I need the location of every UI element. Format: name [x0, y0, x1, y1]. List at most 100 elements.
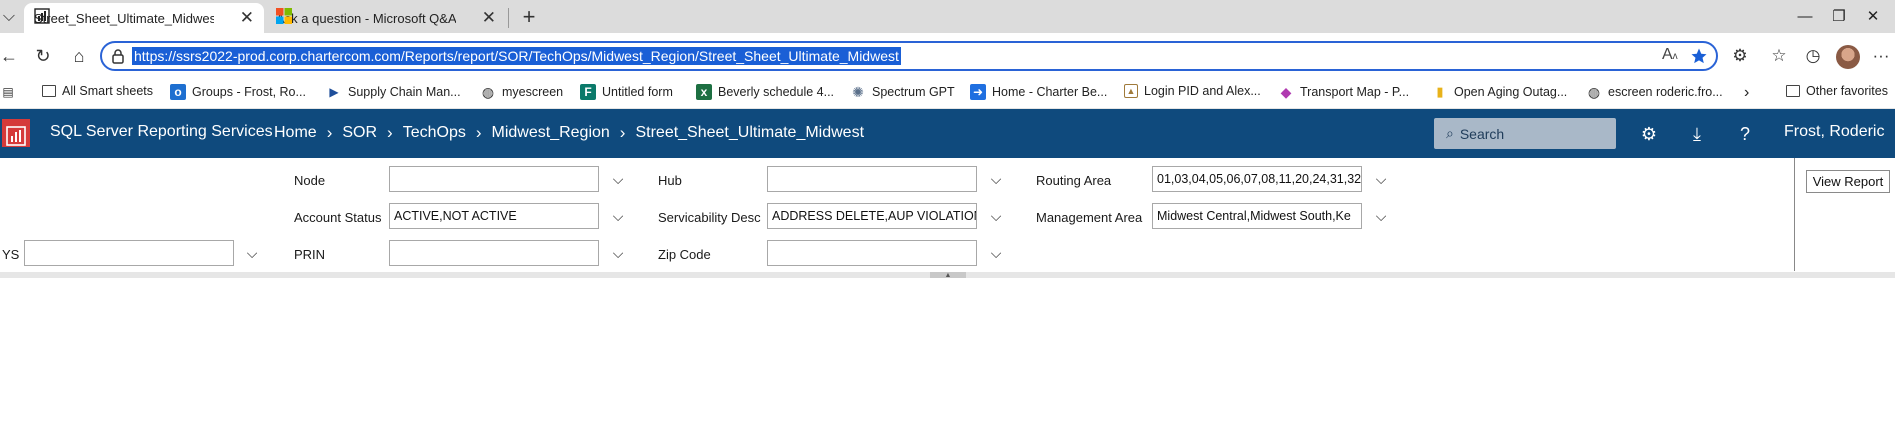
outlook-icon: o [170, 84, 186, 100]
search-input[interactable]: ⌕ Search [1434, 118, 1616, 149]
excel-icon: x [696, 84, 712, 100]
other-favorites-folder[interactable]: Other favorites [1786, 84, 1888, 98]
favorite-home-charter[interactable]: ➜ Home - Charter Be... [970, 84, 1107, 100]
tab-divider [508, 8, 509, 28]
parameter-pane-splitter[interactable]: ▲ [0, 272, 1895, 279]
hub-dropdown-chevron-icon[interactable]: ⌵ [988, 171, 1004, 187]
url-text[interactable]: https://ssrs2022-prod.corp.chartercom.co… [132, 47, 901, 65]
zip-code-field[interactable] [767, 240, 977, 266]
parameter-divider [1794, 158, 1795, 271]
node-field[interactable] [389, 166, 599, 192]
new-tab-button[interactable]: + [516, 4, 542, 29]
arrow-icon: ➜ [970, 84, 986, 100]
read-aloud-icon[interactable]: Aʌ [1662, 46, 1678, 64]
routing-area-dropdown-chevron-icon[interactable]: ⌵ [1373, 171, 1389, 187]
download-icon[interactable]: ⤓ [1684, 121, 1710, 147]
breadcrumb-chevron-icon: › [619, 123, 626, 142]
browser-tab-strip: ⌵ Street_Sheet_Ultimate_Midwest - S ✕ As… [0, 0, 1895, 33]
management-area-label: Management Area [1036, 210, 1143, 225]
breadcrumb-midwest-region[interactable]: Midwest_Region [492, 124, 610, 142]
breadcrumb-chevron-icon: › [387, 123, 393, 142]
favorite-untitled-form[interactable]: F Untitled form [580, 84, 673, 100]
account-status-field[interactable]: ACTIVE,NOT ACTIVE [389, 203, 599, 229]
play-icon: ▶ [329, 85, 339, 99]
breadcrumb-sor[interactable]: SOR [342, 124, 377, 142]
account-status-dropdown-chevron-icon[interactable]: ⌵ [610, 208, 626, 224]
favorite-label: escreen roderic.fro... [1608, 85, 1723, 99]
zip-code-dropdown-chevron-icon[interactable]: ⌵ [988, 245, 1004, 261]
favorite-groups[interactable]: o Groups - Frost, Ro... [170, 84, 306, 100]
favorites-icon[interactable]: ☆ [1766, 43, 1792, 69]
ys-dropdown-chevron-icon[interactable]: ⌵ [244, 245, 260, 261]
close-window-button[interactable]: ✕ [1853, 2, 1893, 30]
favorite-label: myescreen [502, 85, 564, 99]
tab-close-icon[interactable]: ✕ [482, 8, 496, 28]
tab-actions-menu-icon[interactable]: ⌵ [0, 4, 18, 30]
history-icon[interactable]: ◷ [1800, 43, 1826, 69]
serviceability-desc-label: Servicability Desc [658, 210, 761, 225]
favorite-spectrum-gpt[interactable]: ✺ Spectrum GPT [850, 84, 955, 100]
address-bar[interactable]: https://ssrs2022-prod.corp.chartercom.co… [100, 41, 1718, 71]
favorite-label: Home - Charter Be... [992, 85, 1108, 99]
favorite-star-icon[interactable] [1690, 47, 1708, 65]
breadcrumb-current-report: Street_Sheet_Ultimate_Midwest [635, 124, 865, 141]
favorite-label: Spectrum GPT [872, 85, 955, 99]
favorite-login-pid[interactable]: ▲ Login PID and Alex... [1124, 84, 1261, 98]
breadcrumb-chevron-icon: › [326, 123, 333, 142]
app-title[interactable]: SQL Server Reporting Services [50, 123, 273, 141]
more-options-icon[interactable]: ··· [1868, 43, 1894, 69]
favorites-bar: ▤ All Smart sheets o Groups - Frost, Ro..… [0, 79, 1895, 109]
folder-icon [1786, 85, 1800, 97]
favorite-beverly-schedule[interactable]: x Beverly schedule 4... [696, 84, 834, 100]
ys-label: YS [2, 247, 20, 262]
search-icon: ⌕ [1446, 125, 1454, 141]
home-icon[interactable]: ⌂ [66, 43, 92, 69]
ssrs-logo-icon[interactable] [2, 119, 30, 147]
breadcrumb-home[interactable]: Home [274, 124, 317, 142]
prin-field[interactable] [389, 240, 599, 266]
management-area-field[interactable]: Midwest Central,Midwest South,Ke [1152, 203, 1362, 229]
breadcrumb-techops[interactable]: TechOps [403, 124, 466, 142]
favorites-overflow-chevron-icon[interactable]: › [1744, 84, 1749, 102]
tab-close-icon[interactable]: ✕ [240, 8, 254, 28]
tab-street-sheet[interactable]: Street_Sheet_Ultimate_Midwest - S ✕ [24, 3, 264, 33]
favorite-supply-chain[interactable]: ▶ Supply Chain Man... [326, 84, 461, 100]
user-name[interactable]: Frost, Roderic [1784, 123, 1884, 141]
hub-label: Hub [658, 173, 682, 188]
prin-dropdown-chevron-icon[interactable]: ⌵ [610, 245, 626, 261]
favorite-escreen[interactable]: ◍ escreen roderic.fro... [1586, 84, 1723, 100]
report-chart-icon [34, 8, 50, 24]
serviceability-desc-field[interactable]: ADDRESS DELETE,AUP VIOLATION [767, 203, 977, 229]
ssrs-header: SQL Server Reporting Services Home › SOR… [0, 109, 1895, 158]
tab-ask-a-question[interactable]: Ask a question - Microsoft Q&A ✕ [266, 3, 506, 33]
favorites-apps-icon[interactable]: ▤ [0, 84, 22, 100]
favorite-myescreen[interactable]: ◍ myescreen [480, 84, 563, 100]
help-icon[interactable]: ? [1732, 121, 1758, 147]
back-arrow-icon[interactable]: ← [0, 43, 22, 69]
favorite-label: Login PID and Alex... [1144, 84, 1261, 98]
routing-area-field[interactable]: 01,03,04,05,06,07,08,11,20,24,31,32 [1152, 166, 1362, 192]
extensions-icon[interactable]: ⚙ [1727, 43, 1753, 69]
settings-gear-icon[interactable]: ⚙ [1636, 121, 1662, 147]
forms-icon: F [580, 84, 596, 100]
view-report-button[interactable]: View Report [1806, 170, 1890, 193]
favorite-label: Groups - Frost, Ro... [192, 85, 306, 99]
favorite-label: All Smart sheets [62, 84, 154, 98]
favorite-label: Transport Map - P... [1300, 85, 1410, 99]
collapse-parameters-chevron-icon[interactable]: ▲ [930, 272, 966, 279]
node-dropdown-chevron-icon[interactable]: ⌵ [610, 171, 626, 187]
serviceability-desc-dropdown-chevron-icon[interactable]: ⌵ [988, 208, 1004, 224]
favorite-all-smart-sheets[interactable]: All Smart sheets [42, 84, 153, 98]
favorite-open-aging[interactable]: ▮ Open Aging Outag... [1432, 84, 1567, 100]
management-area-dropdown-chevron-icon[interactable]: ⌵ [1373, 208, 1389, 224]
favorite-transport-map[interactable]: ◆ Transport Map - P... [1278, 84, 1409, 100]
lock-icon[interactable] [110, 48, 126, 64]
favorite-label: Supply Chain Man... [348, 85, 461, 99]
refresh-icon[interactable]: ↻ [30, 43, 56, 69]
favorite-label: Beverly schedule 4... [718, 85, 835, 99]
profile-avatar[interactable] [1836, 45, 1860, 69]
diamond-icon: ◆ [1280, 83, 1292, 100]
image-icon: ▲ [1124, 84, 1138, 98]
hub-field[interactable] [767, 166, 977, 192]
ys-field[interactable] [24, 240, 234, 266]
